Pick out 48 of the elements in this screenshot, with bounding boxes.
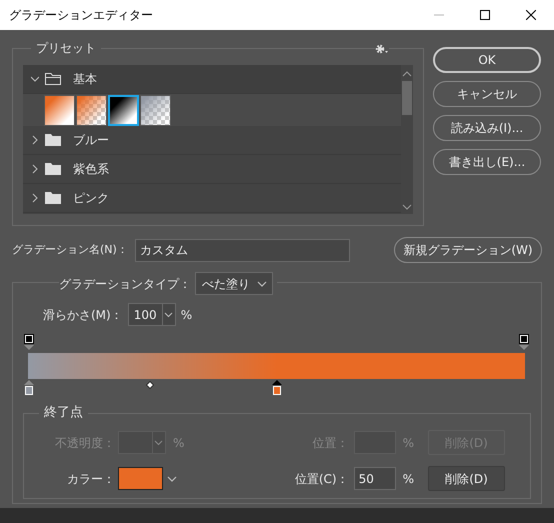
- color-stop[interactable]: [24, 380, 34, 396]
- chevron-icon: [152, 432, 165, 453]
- panel-label: プリセット: [31, 40, 101, 56]
- chevron-icon: [162, 304, 175, 325]
- name-field[interactable]: カスタム: [135, 238, 350, 262]
- folder-icon: [45, 192, 61, 204]
- scroll-up-icon[interactable]: [402, 69, 412, 79]
- dialog-button[interactable]: 書き出し(E)...: [433, 149, 541, 175]
- percent-label: %: [180, 306, 192, 324]
- opacity-stop[interactable]: [24, 334, 34, 350]
- smoothness-label: 滑らかさ(M)：: [43, 306, 123, 324]
- position-label: 位置(C)：: [294, 470, 349, 488]
- folder-icon: [45, 73, 61, 85]
- name-label: グラデーション名(N)：: [12, 242, 129, 258]
- group-label[interactable]: 紫色系: [73, 160, 109, 178]
- group-label[interactable]: 基本: [73, 70, 97, 88]
- settings-icon[interactable]: [375, 44, 389, 54]
- midpoint-icon[interactable]: [146, 381, 154, 389]
- new-gradient-button[interactable]: 新規グラデーション(W): [394, 237, 542, 263]
- maximize-icon[interactable]: [480, 10, 490, 20]
- color-swatch[interactable]: [118, 467, 163, 490]
- color-label: カラー：: [66, 470, 115, 488]
- stops-label: 終了点: [39, 405, 88, 421]
- scrollbar-thumb[interactable]: [402, 81, 412, 115]
- folder-icon: [45, 163, 61, 175]
- dialog-button[interactable]: 読み込み(I)...: [433, 115, 541, 141]
- group-label[interactable]: ブルー: [73, 131, 109, 149]
- gradient-swatch[interactable]: [108, 94, 139, 126]
- type-label: グラデーションタイプ：: [59, 276, 191, 292]
- dialog-button[interactable]: OK: [433, 47, 541, 73]
- percent-label: %: [402, 470, 414, 488]
- percent-label: %: [173, 434, 184, 452]
- scroll-down-icon[interactable]: [402, 202, 412, 212]
- group-label[interactable]: ピンク: [73, 189, 109, 207]
- smoothness-dropdown[interactable]: 100: [128, 303, 176, 326]
- type-dropdown[interactable]: べた塗り: [195, 272, 273, 295]
- gradient-swatch[interactable]: [76, 94, 107, 126]
- opacity-stop[interactable]: [519, 334, 529, 350]
- delete-button[interactable]: 削除(D): [428, 466, 505, 491]
- dialog-button[interactable]: キャンセル: [433, 81, 541, 107]
- window-title: グラデーションエディター: [8, 7, 154, 24]
- gradient-swatch[interactable]: [140, 94, 171, 126]
- position-field[interactable]: 50: [354, 467, 396, 490]
- color-stop[interactable]: [272, 380, 282, 396]
- percent-label: %: [402, 434, 414, 452]
- folder-icon: [45, 134, 61, 146]
- gradient-swatch[interactable]: [44, 94, 75, 126]
- close-icon[interactable]: [526, 10, 536, 20]
